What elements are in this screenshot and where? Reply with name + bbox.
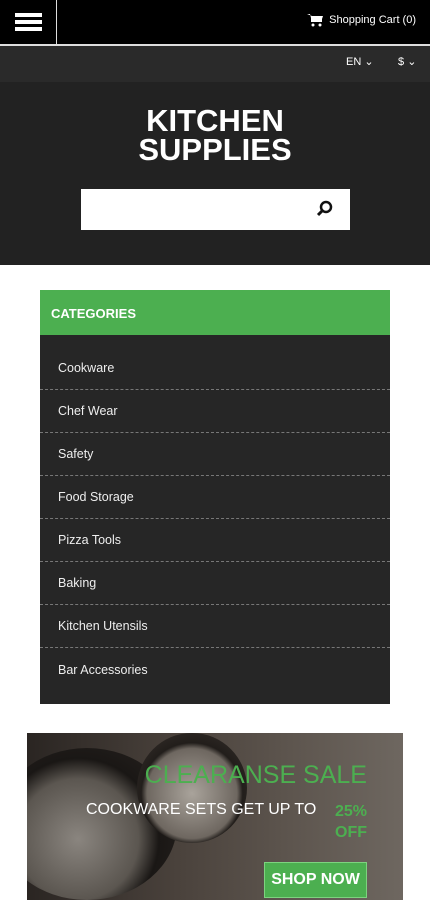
search-input[interactable] [81, 189, 350, 230]
banner-discount: 25% OFF [317, 801, 367, 843]
shopping-cart-link[interactable]: Shopping Cart (0) [307, 13, 416, 27]
category-item[interactable]: Cookware [40, 347, 390, 390]
settings-bar: EN ⌄ $ ⌄ [0, 46, 430, 82]
category-item[interactable]: Baking [40, 562, 390, 605]
site-logo[interactable]: KITCHEN SUPPLIES [0, 103, 430, 167]
chevron-down-icon: ⌄ [364, 56, 374, 68]
chevron-down-icon: ⌄ [407, 56, 417, 68]
category-item[interactable]: Safety [40, 433, 390, 476]
category-item[interactable]: Pizza Tools [40, 519, 390, 562]
language-value: EN [346, 56, 362, 68]
discount-value: 25% [334, 803, 367, 820]
currency-selector[interactable]: $ ⌄ [398, 55, 416, 68]
banner-subline: COOKWARE SETS GET UP TO [86, 801, 317, 818]
category-item[interactable]: Food Storage [40, 476, 390, 519]
search-icon[interactable] [316, 200, 334, 218]
currency-value: $ [398, 56, 405, 68]
category-item[interactable]: Kitchen Utensils [40, 605, 390, 648]
header: KITCHEN SUPPLIES [0, 82, 430, 265]
category-item[interactable]: Bar Accessories [40, 648, 390, 691]
hamburger-menu-icon[interactable] [0, 0, 57, 44]
cart-icon [307, 14, 324, 27]
discount-off: OFF [335, 824, 367, 841]
category-item[interactable]: Chef Wear [40, 390, 390, 433]
logo-line1: KITCHEN [146, 103, 284, 138]
top-bar: Shopping Cart (0) [0, 0, 430, 46]
language-selector[interactable]: EN ⌄ [346, 55, 374, 68]
categories-heading: CATEGORIES [40, 290, 390, 335]
banner-headline: CLEARANSE SALE [144, 761, 367, 789]
cart-label: Shopping Cart (0) [329, 14, 416, 26]
categories-panel: CATEGORIES Cookware Chef Wear Safety Foo… [40, 290, 390, 704]
logo-line2: SUPPLIES [138, 132, 292, 167]
shop-now-button[interactable]: SHOP NOW [264, 862, 367, 898]
promo-banner: CLEARANSE SALE COOKWARE SETS GET UP TO 2… [27, 733, 403, 900]
